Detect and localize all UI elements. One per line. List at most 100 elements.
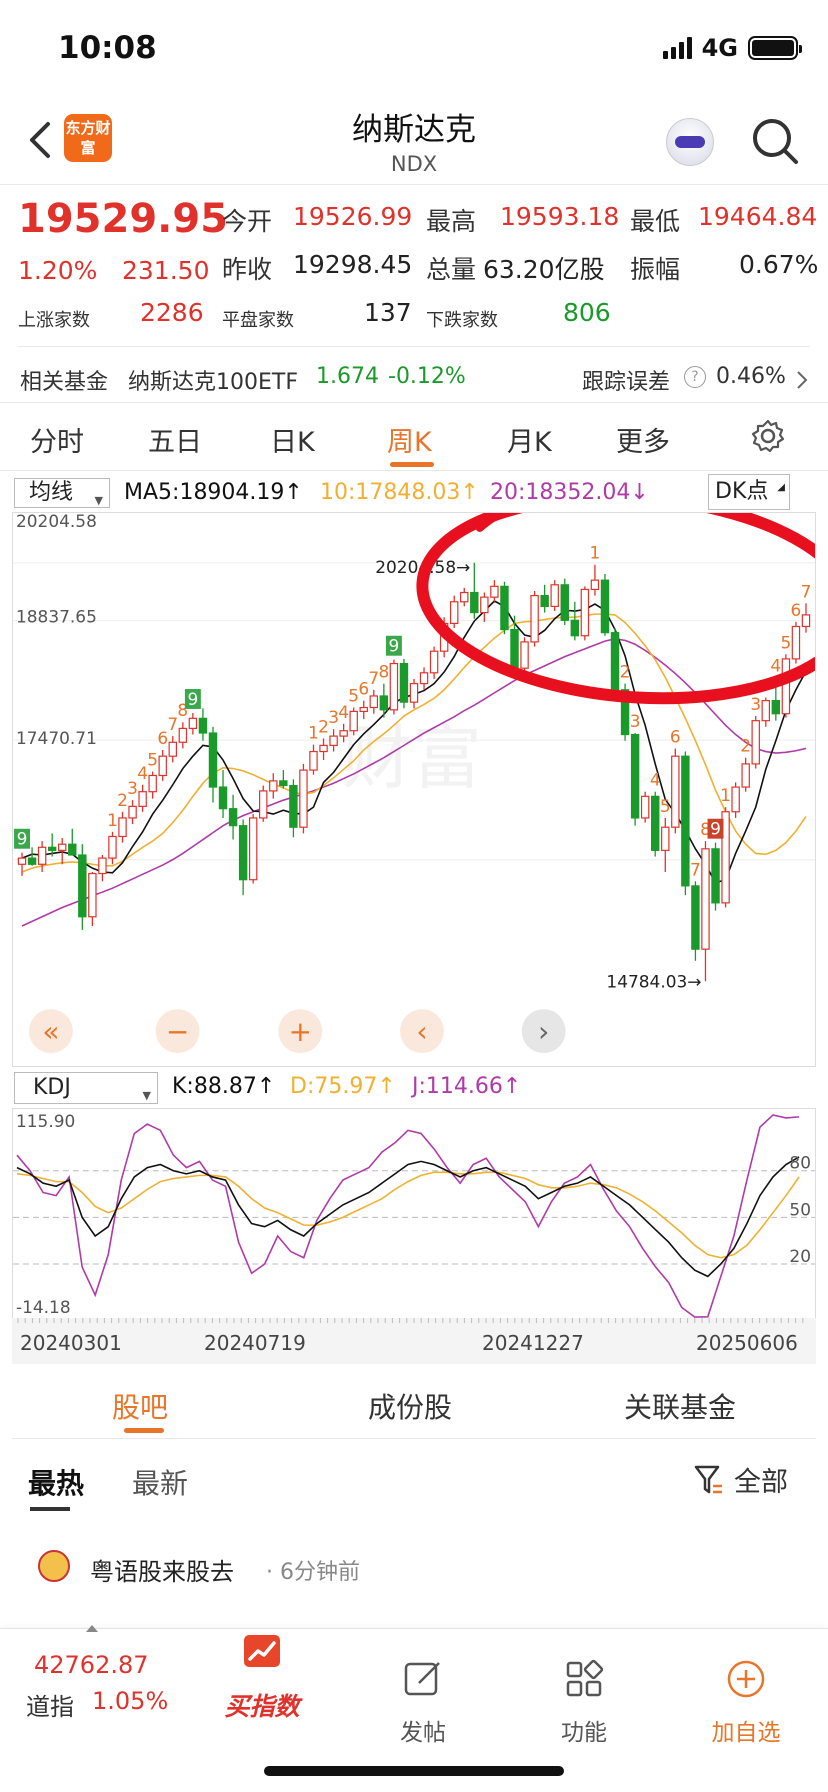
sort-newest[interactable]: 最新: [132, 1462, 188, 1502]
tab-five-day[interactable]: 五日: [148, 420, 202, 459]
candle-body: [78, 854, 87, 918]
candle-body: [691, 885, 700, 950]
candle-body: [550, 584, 559, 608]
assistant-robot-icon[interactable]: [666, 118, 714, 166]
candle-body: [188, 717, 198, 729]
change-amount: 231.50: [122, 256, 210, 285]
candlestick-chart[interactable]: 财富 91234567891 2 3 45 67 8912345678 91234567 2…: [12, 512, 816, 1067]
dow-change[interactable]: 1.05%: [92, 1687, 168, 1715]
chart-trend-icon: [244, 1635, 280, 1667]
dk-points-button[interactable]: DK点 ◢: [708, 474, 790, 510]
status-time: 10:08: [58, 30, 157, 66]
tab-weekly-k[interactable]: 周K: [387, 420, 432, 459]
watermark-text: 财富: [342, 718, 482, 799]
help-icon[interactable]: ?: [684, 366, 706, 388]
candle-body: [369, 695, 379, 709]
candle-body: [480, 596, 489, 614]
dow-name[interactable]: 道指: [26, 1687, 74, 1722]
post-button[interactable]: 发帖: [363, 1659, 483, 1747]
dow-price[interactable]: 42762.87: [34, 1651, 149, 1679]
candle-body: [470, 591, 479, 614]
change-percent: 1.20%: [18, 256, 98, 285]
high-label: 最高: [426, 207, 477, 236]
tab-related-funds[interactable]: 关联基金: [624, 1386, 736, 1426]
tab-intraday[interactable]: 分时: [30, 420, 84, 459]
divider: [18, 346, 810, 347]
kdj-d-value: D:75.97↑: [290, 1074, 396, 1099]
related-fund-row[interactable]: 相关基金 纳斯达克100ETF 1.674 -0.12% 跟踪误差 ? 0.46…: [18, 360, 810, 400]
seq-marker-label: 5: [147, 750, 158, 770]
candle-body: [58, 843, 67, 851]
chart-control-icon: −: [166, 1015, 189, 1048]
candle-body: [751, 720, 760, 765]
candle-body: [781, 658, 791, 715]
functions-label: 功能: [561, 1720, 607, 1746]
add-circle-icon: [727, 1660, 765, 1698]
candle-body: [269, 780, 278, 792]
kdj-k-line: [16, 1156, 800, 1278]
tab-forum[interactable]: 股吧: [112, 1386, 168, 1426]
seq-marker-label: 9: [17, 829, 28, 849]
expand-caret-icon[interactable]: [86, 1625, 98, 1632]
functions-button[interactable]: 功能: [524, 1659, 644, 1747]
date-label: 20240301: [20, 1331, 122, 1355]
candle-body: [610, 632, 620, 691]
post-username[interactable]: 粤语股来股去: [90, 1552, 234, 1587]
candle-body: [198, 717, 208, 734]
candle-body: [228, 808, 238, 827]
volume-label: 总量: [426, 255, 477, 284]
indicator-select[interactable]: 均线: [14, 478, 110, 515]
candle-body: [661, 826, 670, 851]
candle-body: [761, 699, 770, 722]
grid-icon: [566, 1659, 604, 1697]
settings-icon[interactable]: [750, 418, 786, 454]
kdj-k-value: K:88.87↑: [172, 1074, 276, 1099]
tab-constituents[interactable]: 成份股: [368, 1386, 452, 1426]
candle-body: [741, 763, 750, 788]
active-tab-indicator: [390, 462, 434, 467]
candle-body: [580, 588, 590, 637]
candle-body: [791, 625, 801, 660]
high-value: 19593.18: [500, 202, 620, 231]
add-watchlist-button[interactable]: 加自选: [686, 1659, 806, 1747]
chart-control-icon: «: [42, 1015, 59, 1048]
network-type: 4G: [701, 34, 738, 62]
candle-body: [128, 805, 137, 819]
buy-index-button[interactable]: 买指数: [202, 1633, 322, 1723]
user-avatar[interactable]: [38, 1550, 70, 1582]
forum-tab-indicator: [124, 1428, 164, 1433]
seq-marker-label: 9: [389, 636, 400, 656]
seq-marker-label: 7: [690, 859, 701, 879]
candle-body: [68, 843, 77, 856]
kdj-select[interactable]: KDJ: [14, 1072, 158, 1111]
candle-body: [178, 727, 188, 743]
kdj-chart[interactable]: 115.90 -14.18 80 50 20: [12, 1108, 816, 1326]
candle-body: [460, 591, 469, 603]
tab-more[interactable]: 更多: [616, 420, 670, 459]
seq-marker-label: 6: [791, 600, 802, 620]
candle-body: [259, 790, 268, 819]
candle-body: [500, 585, 509, 631]
search-icon[interactable]: [750, 116, 800, 166]
home-indicator[interactable]: [264, 1766, 564, 1776]
filter-button[interactable]: 全部: [694, 1460, 788, 1499]
seq-marker-label: 1: [107, 810, 118, 830]
sort-hottest[interactable]: 最热: [28, 1462, 84, 1502]
filter-label: 全部: [734, 1467, 788, 1498]
candle-body: [590, 579, 600, 591]
seq-marker-label: 5: [660, 796, 671, 816]
ma20-value: 20:18352.04↓: [490, 480, 649, 505]
seq-marker-label: 2: [740, 736, 751, 756]
candle-body: [640, 795, 650, 819]
candle-body: [630, 733, 640, 819]
date-label: 20240719: [204, 1331, 306, 1355]
tab-daily-k[interactable]: 日K: [270, 420, 315, 459]
battery-icon: [748, 36, 802, 60]
candle-body: [27, 857, 37, 865]
kdj-level-label: 80: [789, 1153, 811, 1173]
chevron-right-icon: [797, 371, 808, 389]
candle-body: [651, 795, 660, 851]
candle-body: [379, 695, 389, 711]
candle-body: [118, 817, 127, 838]
tab-monthly-k[interactable]: 月K: [507, 420, 552, 459]
